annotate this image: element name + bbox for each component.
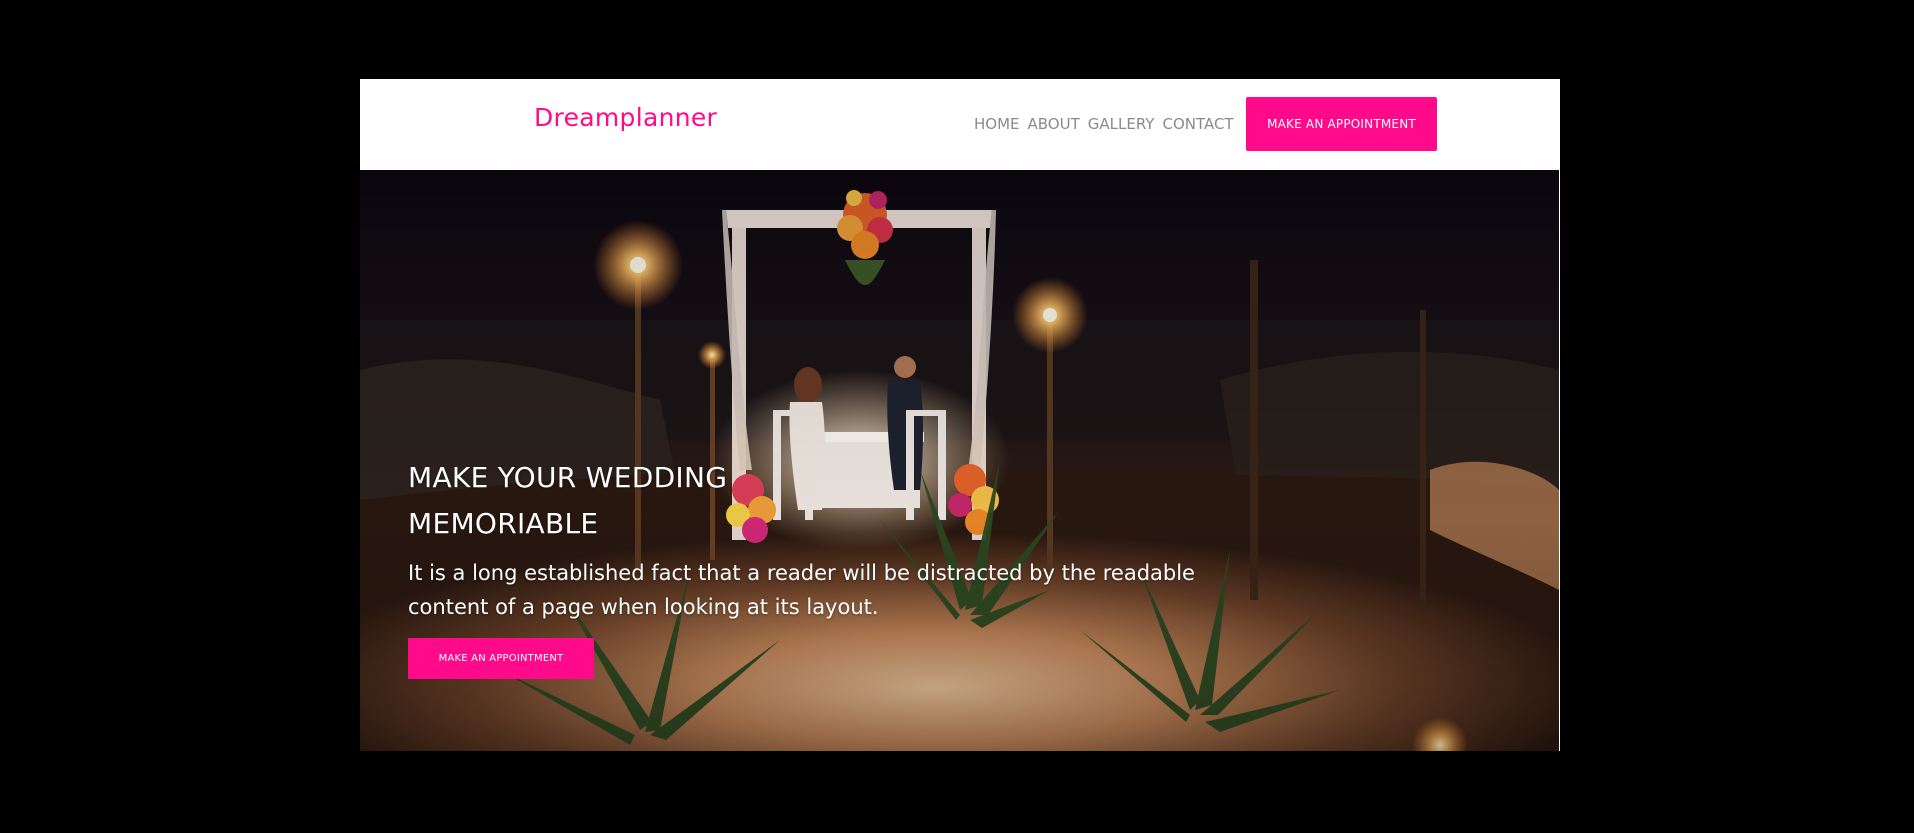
navbar: Dreamplanner HOME ABOUT GALLERY CONTACT … [360, 79, 1560, 170]
nav-links: HOME ABOUT GALLERY CONTACT [974, 115, 1234, 133]
nav-link-gallery[interactable]: GALLERY [1088, 115, 1155, 133]
hero-appointment-button[interactable]: MAKE AN APPOINTMENT [408, 638, 594, 679]
nav-link-home[interactable]: HOME [974, 115, 1020, 133]
hero-description: It is a long established fact that a rea… [408, 561, 1195, 619]
hero-title: MAKE YOUR WEDDING MEMORIABLE [408, 461, 728, 540]
brand-logo[interactable]: Dreamplanner [534, 103, 717, 132]
nav-link-contact[interactable]: CONTACT [1162, 115, 1233, 133]
landing-page: Dreamplanner HOME ABOUT GALLERY CONTACT … [360, 79, 1560, 751]
nav-link-about[interactable]: ABOUT [1028, 115, 1080, 133]
hero-section: MAKE YOUR WEDDING MEMORIABLE It is a lon… [360, 170, 1559, 751]
nav-appointment-button[interactable]: MAKE AN APPOINTMENT [1246, 97, 1437, 151]
